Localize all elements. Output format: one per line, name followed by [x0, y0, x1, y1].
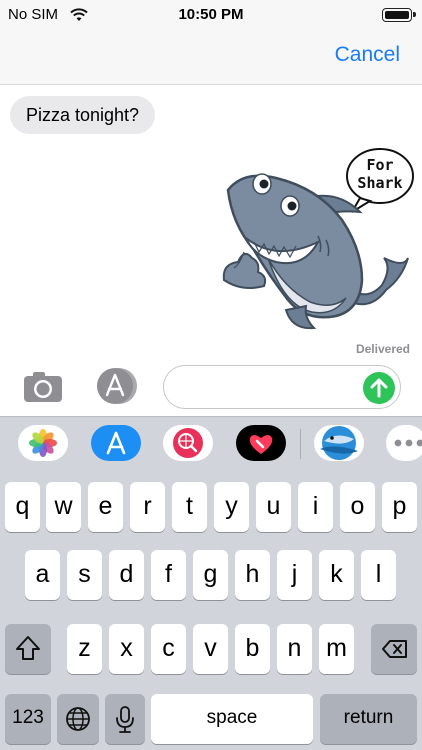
shift-icon — [16, 636, 40, 660]
key-o[interactable]: o — [340, 482, 375, 532]
incoming-message-bubble[interactable]: Pizza tonight? — [10, 96, 156, 134]
backspace-key[interactable] — [371, 624, 417, 674]
photos-app-button[interactable] — [18, 425, 68, 461]
digital-touch-app-button[interactable] — [236, 425, 286, 461]
web-search-app-button[interactable] — [163, 425, 213, 461]
camera-button[interactable] — [22, 368, 64, 404]
navigation-bar: Cancel — [0, 30, 422, 85]
key-n[interactable]: n — [277, 624, 312, 674]
key-m[interactable]: m — [319, 624, 354, 674]
digital-touch-icon — [249, 435, 273, 454]
app-store-icon — [97, 368, 137, 404]
key-d[interactable]: d — [109, 550, 144, 600]
return-key[interactable]: return — [320, 694, 417, 744]
globe-key[interactable] — [57, 694, 99, 744]
microphone-icon — [116, 706, 134, 733]
globe-icon — [66, 707, 90, 731]
dictation-key[interactable] — [105, 694, 145, 744]
key-w[interactable]: w — [46, 482, 81, 532]
key-s[interactable]: s — [67, 550, 102, 600]
shark-sticker-message[interactable]: For Shark — [214, 140, 414, 340]
key-e[interactable]: e — [88, 482, 123, 532]
key-z[interactable]: z — [67, 624, 102, 674]
camera-icon — [24, 372, 62, 402]
key-b[interactable]: b — [235, 624, 270, 674]
key-r[interactable]: r — [130, 482, 165, 532]
key-k[interactable]: k — [319, 550, 354, 600]
key-i[interactable]: i — [298, 482, 333, 532]
numbers-key[interactable]: 123 — [5, 694, 51, 744]
shift-key[interactable] — [5, 624, 51, 674]
space-key[interactable]: space — [151, 694, 313, 744]
apps-button[interactable] — [94, 367, 140, 405]
key-a[interactable]: a — [25, 550, 60, 600]
app-drawer — [0, 416, 422, 470]
key-y[interactable]: y — [214, 482, 249, 532]
arrow-up-icon — [370, 378, 388, 398]
speech-bubble: For Shark — [346, 148, 414, 213]
drawer-divider — [300, 429, 301, 459]
sticker-text-line2: Shark — [357, 174, 402, 192]
clock: 10:50 PM — [178, 6, 244, 23]
app-store-icon — [106, 431, 126, 455]
backspace-icon — [382, 640, 407, 658]
keyboard: q w e r t y u i o p a s d f g h j k l z … — [0, 470, 422, 750]
battery-icon — [382, 8, 416, 22]
more-icon — [394, 439, 422, 447]
shark-sticker-app-button[interactable] — [314, 425, 364, 461]
key-c[interactable]: c — [151, 624, 186, 674]
key-p[interactable]: p — [382, 482, 417, 532]
key-x[interactable]: x — [109, 624, 144, 674]
web-search-icon — [173, 428, 203, 458]
key-q[interactable]: q — [5, 482, 40, 532]
message-input[interactable] — [178, 376, 358, 400]
status-bar: No SIM 10:50 PM — [0, 0, 422, 30]
key-g[interactable]: g — [193, 550, 228, 600]
more-apps-button[interactable] — [386, 425, 422, 461]
key-u[interactable]: u — [256, 482, 291, 532]
sticker-text-line1: For — [366, 156, 393, 174]
key-j[interactable]: j — [277, 550, 312, 600]
key-l[interactable]: l — [361, 550, 396, 600]
cancel-button[interactable]: Cancel — [335, 43, 400, 67]
key-f[interactable]: f — [151, 550, 186, 600]
shark-sticker-icon — [320, 426, 358, 460]
key-t[interactable]: t — [172, 482, 207, 532]
app-store-app-button[interactable] — [91, 425, 141, 461]
key-h[interactable]: h — [235, 550, 270, 600]
send-button[interactable] — [363, 372, 395, 404]
delivered-status: Delivered — [355, 342, 410, 356]
photos-icon — [29, 429, 57, 457]
key-v[interactable]: v — [193, 624, 228, 674]
message-input-container — [163, 365, 401, 409]
